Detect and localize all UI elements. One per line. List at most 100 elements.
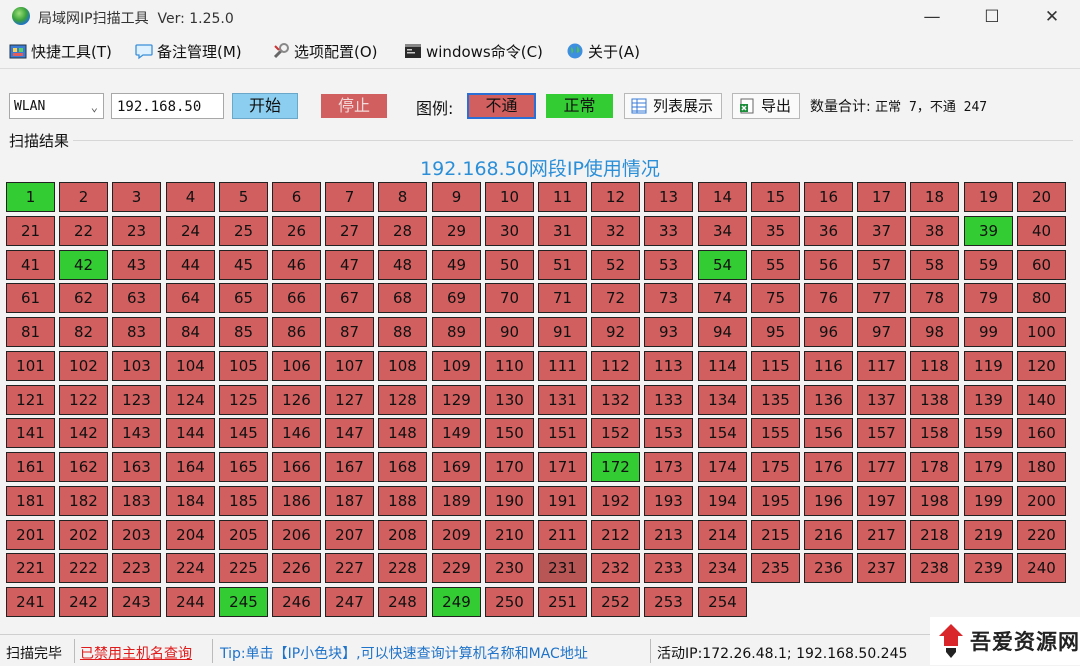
- ip-cell[interactable]: 203: [112, 520, 161, 550]
- start-button[interactable]: 开始: [232, 93, 298, 119]
- ip-cell[interactable]: 193: [644, 486, 693, 516]
- ip-cell[interactable]: 101: [6, 351, 55, 381]
- ip-cell[interactable]: 170: [485, 452, 534, 482]
- ip-cell[interactable]: 199: [964, 486, 1013, 516]
- ip-cell[interactable]: 111: [538, 351, 587, 381]
- ip-cell[interactable]: 103: [112, 351, 161, 381]
- ip-cell[interactable]: 165: [219, 452, 268, 482]
- ip-cell[interactable]: 94: [698, 317, 747, 347]
- ip-cell[interactable]: 100: [1017, 317, 1066, 347]
- ip-cell[interactable]: 104: [166, 351, 215, 381]
- ip-cell[interactable]: 91: [538, 317, 587, 347]
- hostname-disabled-link[interactable]: 已禁用主机名查询: [80, 643, 192, 663]
- ip-cell[interactable]: 12: [591, 182, 640, 212]
- ip-cell[interactable]: 244: [166, 587, 215, 617]
- ip-cell[interactable]: 224: [166, 553, 215, 583]
- ip-cell[interactable]: 135: [751, 385, 800, 415]
- ip-cell[interactable]: 57: [857, 250, 906, 280]
- menu-about[interactable]: 关于(A): [566, 40, 640, 64]
- ip-cell[interactable]: 38: [910, 216, 959, 246]
- ip-cell[interactable]: 217: [857, 520, 906, 550]
- ip-cell[interactable]: 143: [112, 418, 161, 448]
- ip-cell[interactable]: 68: [378, 283, 427, 313]
- ip-cell[interactable]: 247: [325, 587, 374, 617]
- ip-cell[interactable]: 15: [751, 182, 800, 212]
- ip-cell[interactable]: 225: [219, 553, 268, 583]
- ip-cell[interactable]: 151: [538, 418, 587, 448]
- ip-cell[interactable]: 207: [325, 520, 374, 550]
- ip-cell[interactable]: 132: [591, 385, 640, 415]
- ip-cell[interactable]: 138: [910, 385, 959, 415]
- ip-cell[interactable]: 52: [591, 250, 640, 280]
- ip-cell[interactable]: 88: [378, 317, 427, 347]
- ip-cell[interactable]: 187: [325, 486, 374, 516]
- ip-cell[interactable]: 155: [751, 418, 800, 448]
- ip-cell[interactable]: 30: [485, 216, 534, 246]
- ip-cell[interactable]: 70: [485, 283, 534, 313]
- ip-cell[interactable]: 81: [6, 317, 55, 347]
- ip-cell[interactable]: 230: [485, 553, 534, 583]
- ip-cell[interactable]: 233: [644, 553, 693, 583]
- ip-cell[interactable]: 98: [910, 317, 959, 347]
- ip-cell[interactable]: 177: [857, 452, 906, 482]
- ip-cell[interactable]: 173: [644, 452, 693, 482]
- ip-cell[interactable]: 56: [804, 250, 853, 280]
- export-button[interactable]: 导出: [732, 93, 800, 119]
- ip-cell[interactable]: 222: [59, 553, 108, 583]
- ip-cell[interactable]: 158: [910, 418, 959, 448]
- ip-cell[interactable]: 122: [59, 385, 108, 415]
- ip-cell[interactable]: 114: [698, 351, 747, 381]
- ip-cell[interactable]: 69: [432, 283, 481, 313]
- ip-cell[interactable]: 121: [6, 385, 55, 415]
- ip-cell[interactable]: 83: [112, 317, 161, 347]
- ip-cell[interactable]: 34: [698, 216, 747, 246]
- ip-cell[interactable]: 51: [538, 250, 587, 280]
- ip-cell[interactable]: 8: [378, 182, 427, 212]
- close-button[interactable]: ✕: [1024, 0, 1080, 34]
- ip-cell[interactable]: 80: [1017, 283, 1066, 313]
- ip-cell[interactable]: 183: [112, 486, 161, 516]
- ip-cell[interactable]: 209: [432, 520, 481, 550]
- ip-cell[interactable]: 248: [378, 587, 427, 617]
- ip-cell[interactable]: 120: [1017, 351, 1066, 381]
- ip-cell[interactable]: 102: [59, 351, 108, 381]
- ip-cell[interactable]: 180: [1017, 452, 1066, 482]
- ip-cell[interactable]: 235: [751, 553, 800, 583]
- ip-cell[interactable]: 116: [804, 351, 853, 381]
- ip-cell[interactable]: 65: [219, 283, 268, 313]
- ip-cell[interactable]: 250: [485, 587, 534, 617]
- ip-cell[interactable]: 200: [1017, 486, 1066, 516]
- ip-cell[interactable]: 153: [644, 418, 693, 448]
- ip-cell[interactable]: 240: [1017, 553, 1066, 583]
- ip-cell[interactable]: 254: [698, 587, 747, 617]
- ip-cell[interactable]: 106: [272, 351, 321, 381]
- ip-cell[interactable]: 150: [485, 418, 534, 448]
- ip-cell[interactable]: 229: [432, 553, 481, 583]
- ip-cell[interactable]: 184: [166, 486, 215, 516]
- ip-cell[interactable]: 128: [378, 385, 427, 415]
- ip-cell[interactable]: 35: [751, 216, 800, 246]
- ip-cell[interactable]: 215: [751, 520, 800, 550]
- ip-cell[interactable]: 190: [485, 486, 534, 516]
- ip-cell[interactable]: 124: [166, 385, 215, 415]
- ip-cell[interactable]: 228: [378, 553, 427, 583]
- ip-cell[interactable]: 147: [325, 418, 374, 448]
- ip-cell[interactable]: 213: [644, 520, 693, 550]
- ip-cell[interactable]: 18: [910, 182, 959, 212]
- ip-cell[interactable]: 2: [59, 182, 108, 212]
- ip-cell[interactable]: 197: [857, 486, 906, 516]
- ip-cell[interactable]: 130: [485, 385, 534, 415]
- ip-cell[interactable]: 185: [219, 486, 268, 516]
- ip-cell[interactable]: 54: [698, 250, 747, 280]
- ip-cell[interactable]: 214: [698, 520, 747, 550]
- ip-cell[interactable]: 55: [751, 250, 800, 280]
- ip-cell[interactable]: 145: [219, 418, 268, 448]
- ip-cell[interactable]: 162: [59, 452, 108, 482]
- ip-cell[interactable]: 40: [1017, 216, 1066, 246]
- ip-cell[interactable]: 109: [432, 351, 481, 381]
- ip-cell[interactable]: 85: [219, 317, 268, 347]
- ip-cell[interactable]: 90: [485, 317, 534, 347]
- ip-cell[interactable]: 210: [485, 520, 534, 550]
- ip-cell[interactable]: 99: [964, 317, 1013, 347]
- interface-select[interactable]: WLAN ⌄: [9, 93, 104, 119]
